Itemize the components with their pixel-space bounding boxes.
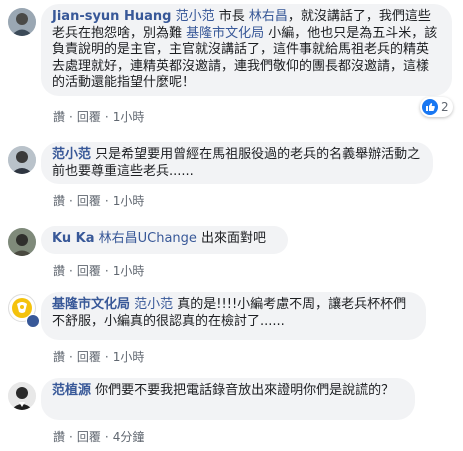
reply-button[interactable]: 回覆 [77,262,101,279]
comment-author[interactable]: Jian-syun Huang [52,9,171,24]
reaction-count: 2 [441,100,449,114]
reply-button[interactable]: 回覆 [77,192,101,209]
comment-actions: 讚 · 回覆 · 1小時 [53,108,144,125]
separator: · [69,350,73,364]
separator: · [69,430,73,444]
comment-bubble: Ku Ka 林右昌UChange 出來面對吧 [41,226,288,254]
separator: · [69,110,73,124]
comment-text: 只是希望要用曾經在馬祖服役過的老兵的名義舉辦活動之前也要尊重這些老兵...... [52,147,421,179]
like-button[interactable]: 讚 [53,192,65,209]
comment-actions: 讚 · 回覆 · 4分鐘 [53,428,144,445]
separator: · [104,194,109,208]
like-icon [422,99,438,115]
comment-author[interactable]: 基隆市文化局 [52,297,130,312]
comment-bubble: 基隆市文化局 范小范 真的是!!!!小編考慮不周，讓老兵杯杯們不舒服，小編真的很… [41,292,426,340]
reply-button[interactable]: 回覆 [77,108,101,125]
moderator-badge-icon [26,314,40,328]
timestamp[interactable]: 1小時 [113,108,145,125]
comment-author[interactable]: Ku Ka [52,231,94,246]
reply-button[interactable]: 回覆 [77,348,101,365]
comment-text: 出來面對吧 [196,231,267,246]
separator: · [104,110,109,124]
comment-actions: 讚 · 回覆 · 1小時 [53,192,144,209]
timestamp[interactable]: 1小時 [113,262,145,279]
avatar[interactable] [8,382,36,410]
mention-link[interactable]: 林右昌 [249,9,288,24]
timestamp[interactable]: 4分鐘 [113,428,145,445]
like-button[interactable]: 讚 [53,262,65,279]
like-button[interactable]: 讚 [53,348,65,365]
comment-bubble: 范小范 只是希望要用曾經在馬祖服役過的老兵的名義舉辦活動之前也要尊重這些老兵..… [41,142,433,184]
avatar[interactable] [8,146,36,174]
reply-button[interactable]: 回覆 [77,428,101,445]
avatar[interactable] [8,8,36,36]
mention-link[interactable]: 范小范 [176,9,215,24]
timestamp[interactable]: 1小時 [113,192,145,209]
avatar[interactable] [8,228,36,256]
comment-text: 你們要不要我把電話錄音放出來證明你們是說謊的？ [95,383,395,398]
like-button[interactable]: 讚 [53,428,65,445]
comment-actions: 讚 · 回覆 · 1小時 [53,262,144,279]
mention-link[interactable]: 基隆市文化局 [186,26,264,41]
comment-text: 市長 [214,9,249,24]
separator: · [104,350,109,364]
reaction-summary[interactable]: 2 [420,97,453,117]
comment-bubble: Jian-syun Huang 范小范 市長 林右昌，就沒講話了，我們這些老兵在… [41,4,452,96]
comment-actions: 讚 · 回覆 · 1小時 [53,348,144,365]
timestamp[interactable]: 1小時 [113,348,145,365]
comment-author[interactable]: 范小范 [52,147,91,162]
separator: · [104,264,109,278]
separator: · [69,194,73,208]
separator: · [69,264,73,278]
comment-bubble: 范植源 你們要不要我把電話錄音放出來證明你們是說謊的？ [41,378,415,420]
separator: · [104,430,109,444]
mention-link[interactable]: 范小范 [134,297,173,312]
comment-author[interactable]: 范植源 [52,383,91,398]
like-button[interactable]: 讚 [53,108,65,125]
mention-link[interactable]: 林右昌UChange [99,231,197,246]
